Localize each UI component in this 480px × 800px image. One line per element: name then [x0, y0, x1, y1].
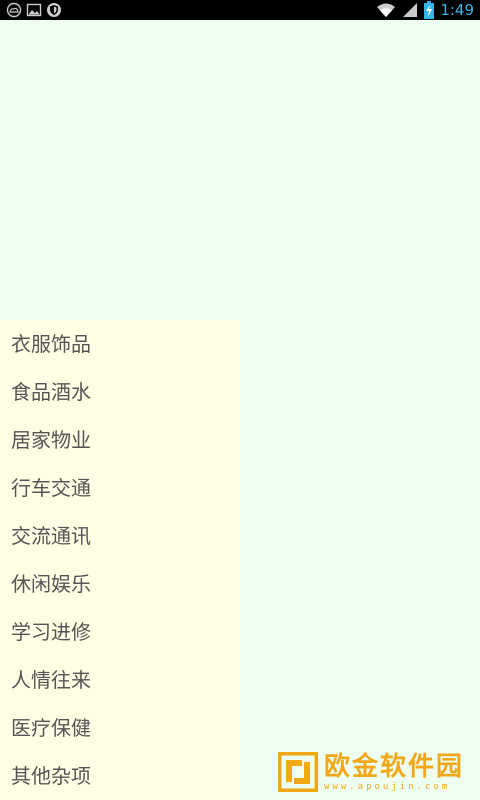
watermark-subtitle: www.apoujin.com [324, 782, 451, 792]
category-item-healthcare[interactable]: 医疗保健 [0, 704, 240, 752]
category-item-social-gifts[interactable]: 人情往来 [0, 656, 240, 704]
battery-charging-icon [424, 1, 435, 19]
category-item-misc[interactable]: 其他杂项 [0, 752, 240, 800]
status-bar-notifications [6, 1, 62, 19]
category-item-home-property[interactable]: 居家物业 [0, 416, 240, 464]
category-item-education[interactable]: 学习进修 [0, 608, 240, 656]
category-item-communication[interactable]: 交流通讯 [0, 512, 240, 560]
category-item-food-drink[interactable]: 食品酒水 [0, 368, 240, 416]
category-list: 衣服饰品 食品酒水 居家物业 行车交通 交流通讯 休闲娱乐 学习进修 人情往来 … [0, 320, 240, 800]
watermark-text: 欧金软件园 www.apoujin.com [324, 752, 464, 792]
status-time: 1:49 [440, 1, 474, 19]
content-area [0, 20, 480, 320]
category-item-leisure[interactable]: 休闲娱乐 [0, 560, 240, 608]
status-bar-system: 1:49 [376, 0, 474, 20]
watermark-title: 欧金软件园 [324, 752, 465, 782]
watermark-logo: 欧金软件园 www.apoujin.com [278, 750, 474, 794]
wifi-icon [377, 3, 396, 17]
shield-icon [47, 3, 61, 17]
logo-mark-icon [278, 752, 318, 792]
image-icon [26, 3, 42, 17]
signal-icon [403, 3, 418, 17]
cloud-icon [6, 2, 22, 18]
category-item-clothing[interactable]: 衣服饰品 [0, 320, 240, 368]
status-bar: 1:49 [0, 0, 480, 20]
category-item-transport[interactable]: 行车交通 [0, 464, 240, 512]
